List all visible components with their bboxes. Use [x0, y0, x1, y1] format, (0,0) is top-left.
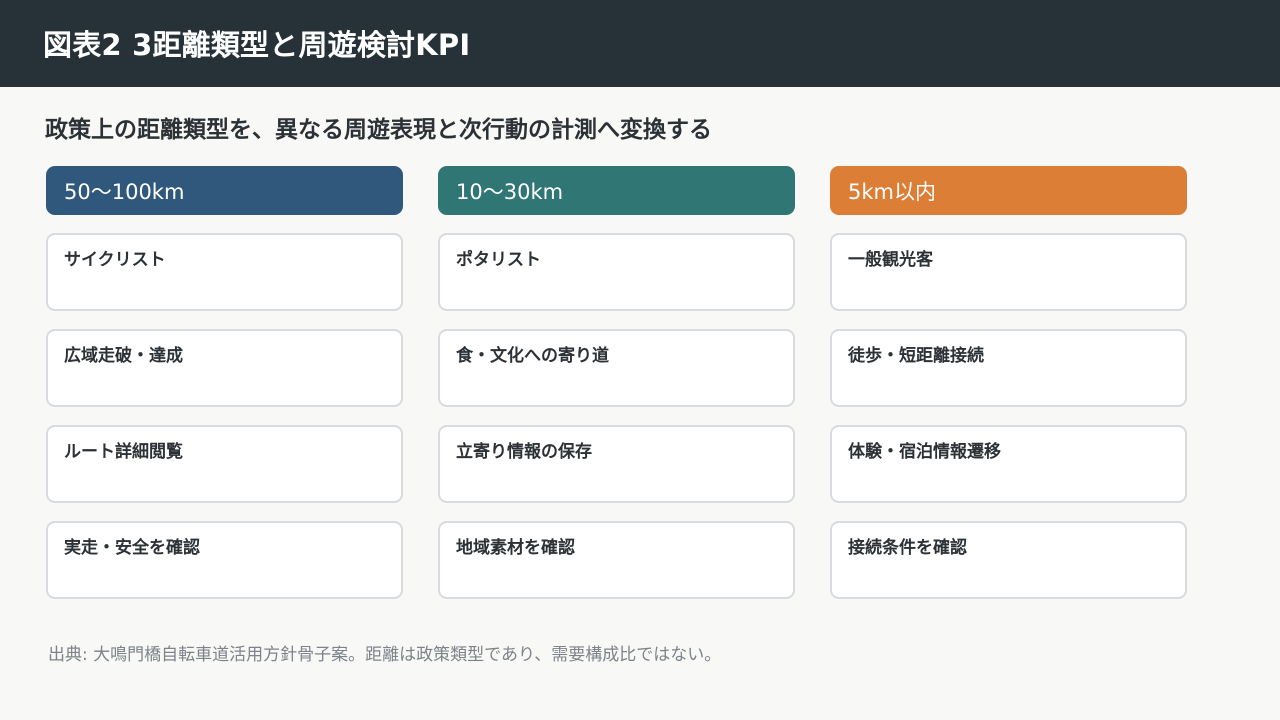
next-action-card: 接続条件を確認 [830, 521, 1187, 599]
behavior-card: 食・文化への寄り道 [438, 329, 795, 407]
segment-card: ポタリスト [438, 233, 795, 311]
source-note: 出典: 大鳴門橋自転車道活用方針骨子案。距離は政策類型であり、需要構成比ではない… [48, 645, 722, 665]
column-header: 50〜100km [46, 166, 403, 215]
behavior-card: 徒歩・短距離接続 [830, 329, 1187, 407]
kpi-card: 立寄り情報の保存 [438, 425, 795, 503]
page-title: 図表2 3距離類型と周遊検討KPI [43, 28, 471, 62]
segment-card: 一般観光客 [830, 233, 1187, 311]
next-action-card: 実走・安全を確認 [46, 521, 403, 599]
column-header: 10〜30km [438, 166, 795, 215]
segment-card: サイクリスト [46, 233, 403, 311]
page-subtitle: 政策上の距離類型を、異なる周遊表現と次行動の計測へ変換する [45, 117, 712, 143]
kpi-card: ルート詳細閲覧 [46, 425, 403, 503]
column-long-distance: 50〜100km サイクリスト 広域走破・達成 ルート詳細閲覧 実走・安全を確認 [46, 166, 403, 599]
column-short-distance: 5km以内 一般観光客 徒歩・短距離接続 体験・宿泊情報遷移 接続条件を確認 [830, 166, 1187, 599]
column-header: 5km以内 [830, 166, 1187, 215]
kpi-card: 体験・宿泊情報遷移 [830, 425, 1187, 503]
next-action-card: 地域素材を確認 [438, 521, 795, 599]
behavior-card: 広域走破・達成 [46, 329, 403, 407]
header-bar: 図表2 3距離類型と周遊検討KPI [0, 0, 1280, 87]
column-mid-distance: 10〜30km ポタリスト 食・文化への寄り道 立寄り情報の保存 地域素材を確認 [438, 166, 795, 599]
